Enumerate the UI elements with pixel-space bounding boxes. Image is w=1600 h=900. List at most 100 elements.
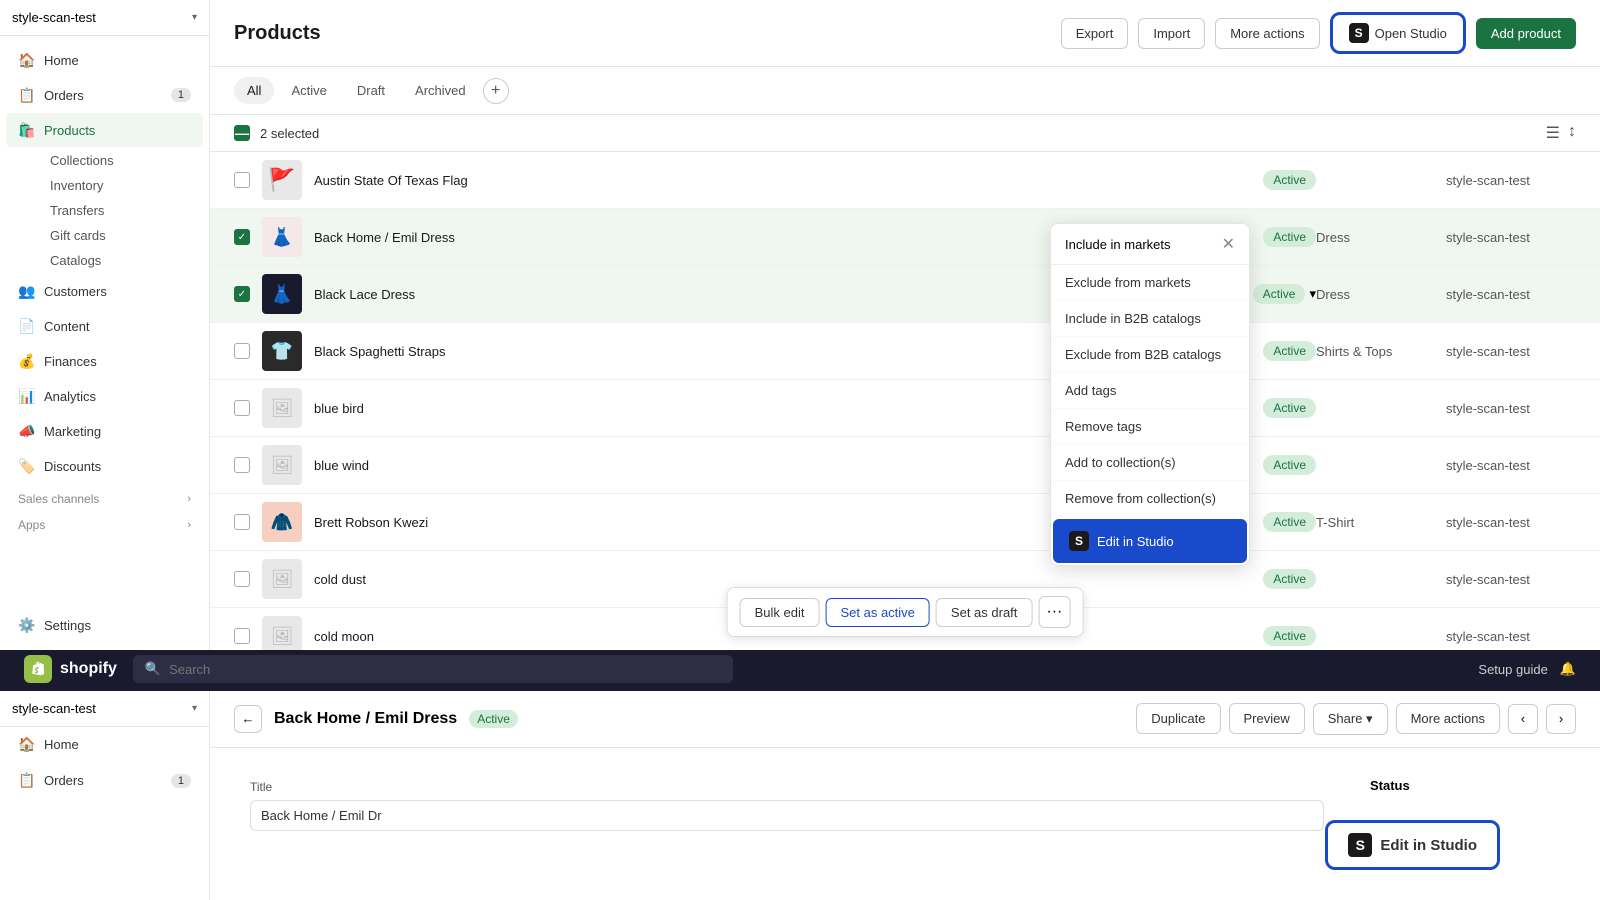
search-input[interactable] bbox=[169, 662, 721, 677]
row-checkbox-8[interactable] bbox=[234, 571, 250, 587]
edit-in-studio-button[interactable]: S Edit in Studio bbox=[1325, 820, 1500, 870]
sidebar-item-products[interactable]: 🛍️ Products bbox=[6, 113, 203, 147]
dropdown-studio-label: Edit in Studio bbox=[1097, 534, 1174, 549]
row-checkbox-1[interactable] bbox=[234, 172, 250, 188]
table-row[interactable]: ✓ 👗 Black Lace Dress Active ▾ Dress styl… bbox=[210, 266, 1600, 323]
store-selector[interactable]: style-scan-test ▾ bbox=[0, 0, 209, 36]
footer-right: Setup guide 🔔 bbox=[1478, 661, 1576, 677]
dropdown-remove-tags[interactable]: Remove tags bbox=[1051, 409, 1249, 445]
bulk-edit-button[interactable]: Bulk edit bbox=[740, 598, 820, 627]
bottom-store-selector[interactable]: style-scan-test ▾ bbox=[0, 691, 209, 727]
notification-bell-icon[interactable]: 🔔 bbox=[1560, 661, 1576, 677]
shopify-icon bbox=[24, 655, 52, 683]
sidebar-item-settings[interactable]: ⚙️ Settings bbox=[6, 608, 203, 642]
open-studio-button[interactable]: S Open Studio bbox=[1330, 12, 1466, 54]
sub-nav-products: Collections Inventory Transfers Gift car… bbox=[0, 148, 209, 273]
apps-section[interactable]: Apps › bbox=[0, 510, 209, 536]
product-vendor-9: style-scan-test bbox=[1446, 629, 1576, 644]
product-vendor-7: style-scan-test bbox=[1446, 515, 1576, 530]
sidebar-item-customers-label: Customers bbox=[44, 284, 107, 299]
table-row[interactable]: 🧥 Brett Robson Kwezi Active T-Shirt styl… bbox=[210, 494, 1600, 551]
bulk-more-button[interactable]: ··· bbox=[1038, 596, 1070, 628]
orders-badge: 1 bbox=[171, 88, 191, 102]
dropdown-add-collection[interactable]: Add to collection(s) bbox=[1051, 445, 1249, 481]
sidebar-item-finances[interactable]: 💰 Finances bbox=[6, 344, 203, 378]
set-active-button[interactable]: Set as active bbox=[825, 598, 929, 627]
filter-icon[interactable]: ☰ bbox=[1546, 123, 1560, 143]
tab-active[interactable]: Active bbox=[278, 77, 339, 104]
search-bar[interactable]: 🔍 bbox=[133, 655, 733, 683]
set-draft-button[interactable]: Set as draft bbox=[936, 598, 1032, 627]
settings-icon: ⚙️ bbox=[18, 616, 36, 634]
settings-label: Settings bbox=[44, 618, 91, 633]
table-row[interactable]: 🖼 blue bird Active style-scan-test bbox=[210, 380, 1600, 437]
table-header: — 2 selected ☰ ↕ bbox=[210, 115, 1600, 152]
product-vendor-3: style-scan-test bbox=[1446, 287, 1576, 302]
edit-studio-s-icon: S bbox=[1348, 833, 1372, 857]
sales-channels-section[interactable]: Sales channels › bbox=[0, 484, 209, 510]
sidebar-item-orders[interactable]: 📋 Orders 1 bbox=[6, 78, 203, 112]
dropdown-edit-studio[interactable]: S Edit in Studio bbox=[1053, 519, 1247, 563]
sidebar-item-inventory[interactable]: Inventory bbox=[38, 173, 209, 198]
row-checkbox-9[interactable] bbox=[234, 628, 250, 644]
dropdown-close-button[interactable]: ✕ bbox=[1222, 234, 1235, 254]
more-actions-button[interactable]: More actions bbox=[1215, 18, 1319, 49]
product-more-button[interactable]: More actions bbox=[1396, 703, 1500, 734]
table-row[interactable]: 🖼 blue wind Active style-scan-test bbox=[210, 437, 1600, 494]
dropdown-include-b2b[interactable]: Include in B2B catalogs bbox=[1051, 301, 1249, 337]
sidebar-item-customers[interactable]: 👥 Customers bbox=[6, 274, 203, 308]
open-studio-label: Open Studio bbox=[1375, 26, 1447, 41]
setup-guide-link[interactable]: Setup guide bbox=[1478, 662, 1547, 677]
share-button[interactable]: Share ▾ bbox=[1313, 703, 1388, 735]
tab-archived[interactable]: Archived bbox=[402, 77, 479, 104]
duplicate-button[interactable]: Duplicate bbox=[1136, 703, 1220, 734]
select-all-checkbox[interactable]: — bbox=[234, 125, 250, 141]
sidebar-item-catalogs[interactable]: Catalogs bbox=[38, 248, 209, 273]
bottom-nav-orders[interactable]: 📋 Orders 1 bbox=[6, 764, 203, 798]
row-checkbox-2[interactable]: ✓ bbox=[234, 229, 250, 245]
sidebar-item-gift-cards[interactable]: Gift cards bbox=[38, 223, 209, 248]
product-next-button[interactable]: › bbox=[1546, 704, 1576, 734]
dropdown-add-tags[interactable]: Add tags bbox=[1051, 373, 1249, 409]
sidebar-item-content[interactable]: 📄 Content bbox=[6, 309, 203, 343]
title-input[interactable] bbox=[250, 800, 1324, 831]
page-title: Products bbox=[234, 22, 1049, 45]
bottom-nav-home[interactable]: 🏠 Home bbox=[6, 728, 203, 762]
product-type-2: Dress bbox=[1316, 230, 1446, 245]
app-wrapper: style-scan-test ▾ 🏠 Home 📋 Orders 1 🛍️ P… bbox=[0, 0, 1600, 900]
preview-button[interactable]: Preview bbox=[1229, 703, 1305, 734]
tab-all[interactable]: All bbox=[234, 77, 274, 104]
sidebar-item-discounts[interactable]: 🏷️ Discounts bbox=[6, 449, 203, 483]
sidebar-item-transfers[interactable]: Transfers bbox=[38, 198, 209, 223]
row-checkbox-5[interactable] bbox=[234, 400, 250, 416]
dropdown-exclude-b2b[interactable]: Exclude from B2B catalogs bbox=[1051, 337, 1249, 373]
table-row[interactable]: 👕 Black Spaghetti Straps Active Shirts &… bbox=[210, 323, 1600, 380]
status-panel-title: Status bbox=[1370, 778, 1562, 793]
row-checkbox-4[interactable] bbox=[234, 343, 250, 359]
sidebar-item-analytics[interactable]: 📊 Analytics bbox=[6, 379, 203, 413]
tab-draft[interactable]: Draft bbox=[344, 77, 398, 104]
product-prev-button[interactable]: ‹ bbox=[1508, 704, 1538, 734]
sidebar-item-home[interactable]: 🏠 Home bbox=[6, 43, 203, 77]
add-product-button[interactable]: Add product bbox=[1476, 18, 1576, 49]
sidebar-item-orders-label: Orders bbox=[44, 88, 84, 103]
table-row[interactable]: ✓ 👗 Back Home / Emil Dress Active Dress … bbox=[210, 209, 1600, 266]
sidebar-item-marketing[interactable]: 📣 Marketing bbox=[6, 414, 203, 448]
expand-icon: › bbox=[187, 493, 191, 505]
add-tab-button[interactable]: + bbox=[483, 78, 509, 104]
dropdown-remove-collection[interactable]: Remove from collection(s) bbox=[1051, 481, 1249, 517]
dropdown-header: Include in markets ✕ bbox=[1051, 224, 1249, 265]
row-checkbox-6[interactable] bbox=[234, 457, 250, 473]
store-name: style-scan-test bbox=[12, 10, 186, 25]
export-button[interactable]: Export bbox=[1061, 18, 1129, 49]
dropdown-exclude-markets[interactable]: Exclude from markets bbox=[1051, 265, 1249, 301]
sort-icon[interactable]: ↕ bbox=[1568, 123, 1576, 143]
selected-count: 2 selected bbox=[260, 126, 319, 141]
row-checkbox-3[interactable]: ✓ bbox=[234, 286, 250, 302]
product-thumb-7: 🧥 bbox=[262, 502, 302, 542]
table-row[interactable]: 🚩 Austin State Of Texas Flag Active styl… bbox=[210, 152, 1600, 209]
import-button[interactable]: Import bbox=[1138, 18, 1205, 49]
sidebar-item-collections[interactable]: Collections bbox=[38, 148, 209, 173]
row-checkbox-7[interactable] bbox=[234, 514, 250, 530]
back-button[interactable]: ← bbox=[234, 705, 262, 733]
